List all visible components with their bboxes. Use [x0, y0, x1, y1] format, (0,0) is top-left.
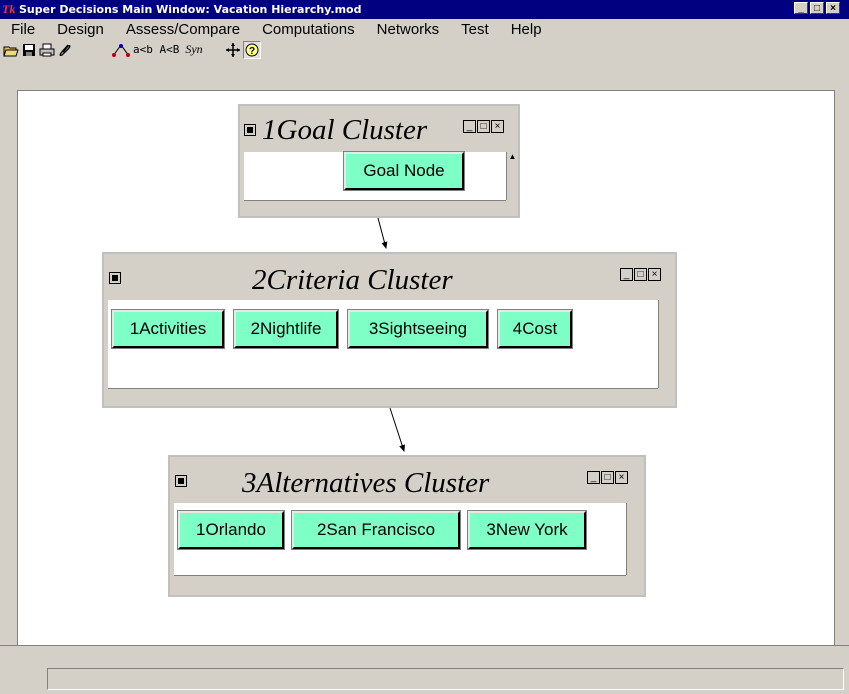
move-icon[interactable] — [225, 42, 241, 58]
cluster-title: 2Criteria Cluster — [252, 264, 453, 296]
open-icon[interactable] — [3, 42, 19, 58]
node-nightlife[interactable]: 2Nightlife — [233, 309, 339, 349]
cluster-minimize-icon[interactable]: _ — [587, 471, 600, 484]
criteria-cluster[interactable]: 2Criteria Cluster _ □ × 1Activities 2Nig… — [102, 252, 677, 408]
node-cost[interactable]: 4Cost — [497, 309, 573, 349]
syn-icon[interactable]: Syn — [185, 42, 202, 58]
toolbar: a<b A<B Syn ? — [0, 39, 849, 60]
menu-networks[interactable]: Networks — [377, 21, 440, 38]
node-new-york[interactable]: 3New York — [467, 510, 587, 550]
cluster-menu-icon[interactable] — [244, 124, 256, 136]
maximize-icon[interactable]: □ — [810, 2, 824, 14]
node-san-francisco[interactable]: 2San Francisco — [291, 510, 461, 550]
cluster-maximize-icon[interactable]: □ — [477, 120, 490, 133]
cluster-maximize-icon[interactable]: □ — [634, 268, 647, 281]
compare-icon[interactable] — [111, 42, 131, 58]
attach-icon[interactable] — [57, 42, 73, 58]
window-titlebar[interactable]: Tk Super Decisions Main Window: Vacation… — [0, 0, 849, 19]
cluster-close-icon[interactable]: × — [491, 120, 504, 133]
cluster-hscroll[interactable] — [174, 575, 626, 587]
node-goal[interactable]: Goal Node — [343, 151, 465, 191]
window-title: Super Decisions Main Window: Vacation Hi… — [19, 3, 362, 16]
menu-computations[interactable]: Computations — [262, 21, 355, 38]
menu-design[interactable]: Design — [57, 21, 104, 38]
alternatives-cluster[interactable]: 3Alternatives Cluster _ □ × 1Orlando 2Sa… — [168, 455, 646, 597]
menu-assess-compare[interactable]: Assess/Compare — [126, 21, 240, 38]
cluster-close-icon[interactable]: × — [615, 471, 628, 484]
cluster-body: 1Orlando 2San Francisco 3New York — [174, 503, 626, 575]
node-sightseeing[interactable]: 3Sightseeing — [347, 309, 489, 349]
window-controls: _ □ × — [794, 2, 840, 14]
cluster-hscroll[interactable] — [244, 200, 506, 212]
cluster-close-icon[interactable]: × — [648, 268, 661, 281]
status-field — [47, 668, 844, 690]
node-orlando[interactable]: 1Orlando — [177, 510, 285, 550]
menu-bar: File Design Assess/Compare Computations … — [0, 19, 849, 39]
cluster-hscroll[interactable] — [108, 388, 658, 400]
tk-logo-icon: Tk — [2, 2, 16, 16]
node-activities[interactable]: 1Activities — [111, 309, 225, 349]
cluster-menu-icon[interactable] — [175, 475, 187, 487]
cluster-menu-icon[interactable] — [109, 272, 121, 284]
cluster-controls: _ □ × — [620, 268, 661, 281]
cluster-controls: _ □ × — [587, 471, 628, 484]
goal-cluster[interactable]: 1Goal Cluster _ □ × Goal Node ▲ — [238, 104, 520, 218]
help-icon[interactable]: ? — [242, 40, 261, 59]
close-icon[interactable]: × — [826, 2, 840, 14]
menu-help[interactable]: Help — [511, 21, 542, 38]
minimize-icon[interactable]: _ — [794, 2, 808, 14]
canvas-horizontal-scrollbar[interactable] — [0, 645, 849, 660]
cluster-title: 3Alternatives Cluster — [242, 467, 490, 499]
cluster-title: 1Goal Cluster — [262, 114, 428, 146]
cluster-minimize-icon[interactable]: _ — [620, 268, 633, 281]
cluster-vscroll[interactable] — [626, 503, 638, 575]
cluster-body: 1Activities 2Nightlife 3Sightseeing 4Cos… — [108, 300, 658, 388]
svg-text:?: ? — [249, 46, 255, 57]
cluster-body: Goal Node — [244, 151, 506, 200]
cluster-vscroll[interactable]: ▲ — [506, 152, 518, 200]
print-icon[interactable] — [39, 42, 55, 58]
save-icon[interactable] — [21, 42, 37, 58]
status-bar — [0, 660, 849, 694]
cluster-controls: _ □ × — [463, 120, 504, 133]
canvas-vertical-scrollbar[interactable] — [834, 90, 849, 645]
cluster-minimize-icon[interactable]: _ — [463, 120, 476, 133]
cluster-vscroll[interactable] — [658, 300, 670, 388]
compare-text[interactable]: a<b A<B — [133, 42, 179, 58]
menu-file[interactable]: File — [11, 21, 35, 38]
menu-test[interactable]: Test — [461, 21, 489, 38]
cluster-maximize-icon[interactable]: □ — [601, 471, 614, 484]
